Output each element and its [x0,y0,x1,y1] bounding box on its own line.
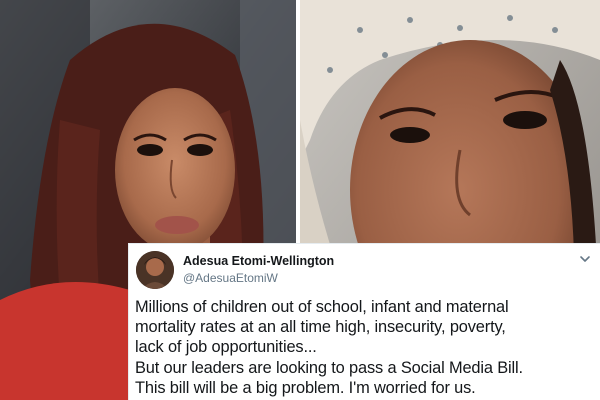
tweet-line: Millions of children out of school, infa… [135,298,509,316]
tweet-text: Millions of children out of school, infa… [135,297,597,398]
avatar-image [136,251,174,289]
tweet-line: lack of job opportunities... [135,338,317,357]
tweet-line: This bill will be a big problem. I'm wor… [135,378,476,397]
tweet-line: mortality rates at an all time high, ins… [135,318,506,337]
author-name[interactable]: Adesua Etomi-Wellington [183,254,334,268]
avatar[interactable] [136,251,174,289]
tweet-line: But our leaders are looking to pass a So… [135,358,523,377]
tweet-card: Adesua Etomi-Wellington @AdesuaEtomiW Mi… [128,243,600,400]
author-handle[interactable]: @AdesuaEtomiW [183,271,278,285]
chevron-down-icon[interactable] [579,253,591,265]
